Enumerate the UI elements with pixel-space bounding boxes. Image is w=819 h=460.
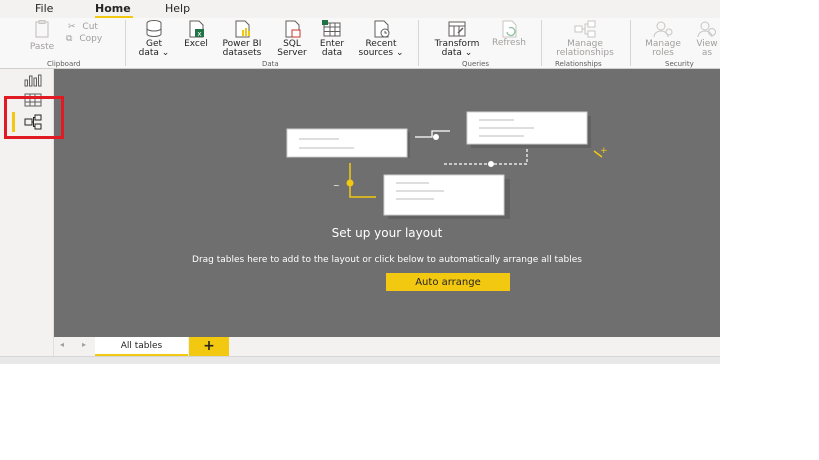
recent-label-2: sources ⌄ [358, 48, 404, 58]
clipboard-group-label: Clipboard [47, 60, 81, 68]
data-group-label: Data [262, 60, 279, 68]
copy-label: Copy [79, 34, 103, 44]
security-group-label: Security [665, 60, 694, 68]
menu-bar: File Home Help [0, 0, 720, 19]
enter-data-icon [322, 20, 341, 37]
svg-text:+: + [600, 146, 608, 156]
layout-tabs-bar: ◂ ▸ All tables + [54, 337, 720, 356]
relationships-icon [574, 20, 596, 38]
get-data-button[interactable]: Get data ⌄ [136, 20, 172, 58]
paste-button[interactable]: Paste [24, 20, 60, 52]
recent-sources-button[interactable]: Recent sources ⌄ [356, 20, 406, 58]
get-data-label-2: data ⌄ [138, 48, 170, 58]
roles-label-2: roles [652, 48, 674, 58]
auto-arrange-button[interactable]: Auto arrange [386, 273, 510, 291]
tab-all-tables[interactable]: All tables [95, 337, 188, 356]
get-data-label-text: data [138, 48, 159, 58]
excel-icon: x [189, 20, 204, 38]
refresh-label: Refresh [492, 38, 526, 48]
highlight-annotation [4, 96, 64, 139]
add-layout-button[interactable]: + [189, 337, 229, 356]
transform-label-text: data [441, 48, 462, 58]
manage-relationships-button[interactable]: Manage relationships [550, 20, 620, 58]
tab-help[interactable]: Help [165, 2, 190, 15]
cut-button[interactable]: ✂ Cut [68, 22, 98, 32]
cut-label: Cut [82, 22, 98, 32]
transform-data-icon [448, 21, 466, 37]
ribbon-separator [418, 20, 419, 66]
queries-group-label: Queries [462, 60, 490, 68]
copy-icon: ⧉ [66, 34, 73, 44]
dataset-icon [235, 20, 250, 38]
layout-illustration: ~ + [286, 111, 608, 219]
svg-text:~: ~ [333, 181, 340, 190]
tabs-prev-arrow[interactable]: ◂ [60, 340, 64, 349]
database-icon [146, 20, 162, 37]
ribbon: Paste ✂ Cut ⧉ Copy Clipboard Get data ⌄ [0, 18, 720, 69]
relationships-label-2: relationships [556, 48, 614, 58]
relationships-group-label: Relationships [555, 60, 602, 68]
sql-label-2: Server [277, 48, 307, 58]
paste-label: Paste [29, 42, 55, 52]
ribbon-separator [125, 20, 126, 66]
sql-server-icon [285, 20, 301, 38]
enter-label-2: data [321, 48, 343, 58]
copy-button[interactable]: ⧉ Copy [66, 34, 102, 44]
view-as-button[interactable]: View as [690, 20, 720, 58]
layout-title: Set up your layout [331, 226, 443, 240]
enter-data-button[interactable]: Enter data [315, 20, 349, 58]
status-bar [0, 356, 720, 364]
manage-roles-button[interactable]: Manage roles [640, 20, 686, 58]
ribbon-separator [541, 20, 542, 66]
tabs-next-arrow[interactable]: ▸ [82, 340, 86, 349]
tab-home[interactable]: Home [95, 2, 131, 15]
recent-label-text: sources [358, 48, 394, 58]
power-bi-window: File Home Help Paste ✂ Cut ⧉ Copy Clipbo… [0, 0, 720, 364]
excel-label: Excel [184, 39, 208, 49]
view-as-icon [697, 21, 716, 38]
bar-chart-icon[interactable] [23, 72, 43, 88]
scissors-icon: ✂ [68, 22, 76, 32]
svg-text:x: x [197, 30, 201, 38]
refresh-icon [502, 20, 517, 38]
paste-icon [35, 20, 49, 38]
layout-description: Drag tables here to add to the layout or… [192, 255, 582, 265]
transform-label-2: data ⌄ [441, 48, 473, 58]
power-bi-datasets-button[interactable]: Power BI datasets [217, 20, 267, 58]
sql-server-button[interactable]: SQL Server [274, 20, 310, 58]
transform-data-button[interactable]: Transform data ⌄ [430, 20, 484, 58]
model-canvas[interactable]: ~ + Set up your layout Drag tables here … [54, 69, 720, 337]
view-as-label-2: as [701, 48, 713, 58]
recent-sources-icon [374, 20, 390, 38]
ribbon-separator [630, 20, 631, 66]
tab-file[interactable]: File [35, 2, 53, 15]
excel-button[interactable]: x Excel [180, 20, 212, 49]
refresh-button[interactable]: Refresh [488, 20, 530, 48]
roles-icon [653, 21, 673, 38]
power-bi-label-2: datasets [222, 48, 262, 58]
